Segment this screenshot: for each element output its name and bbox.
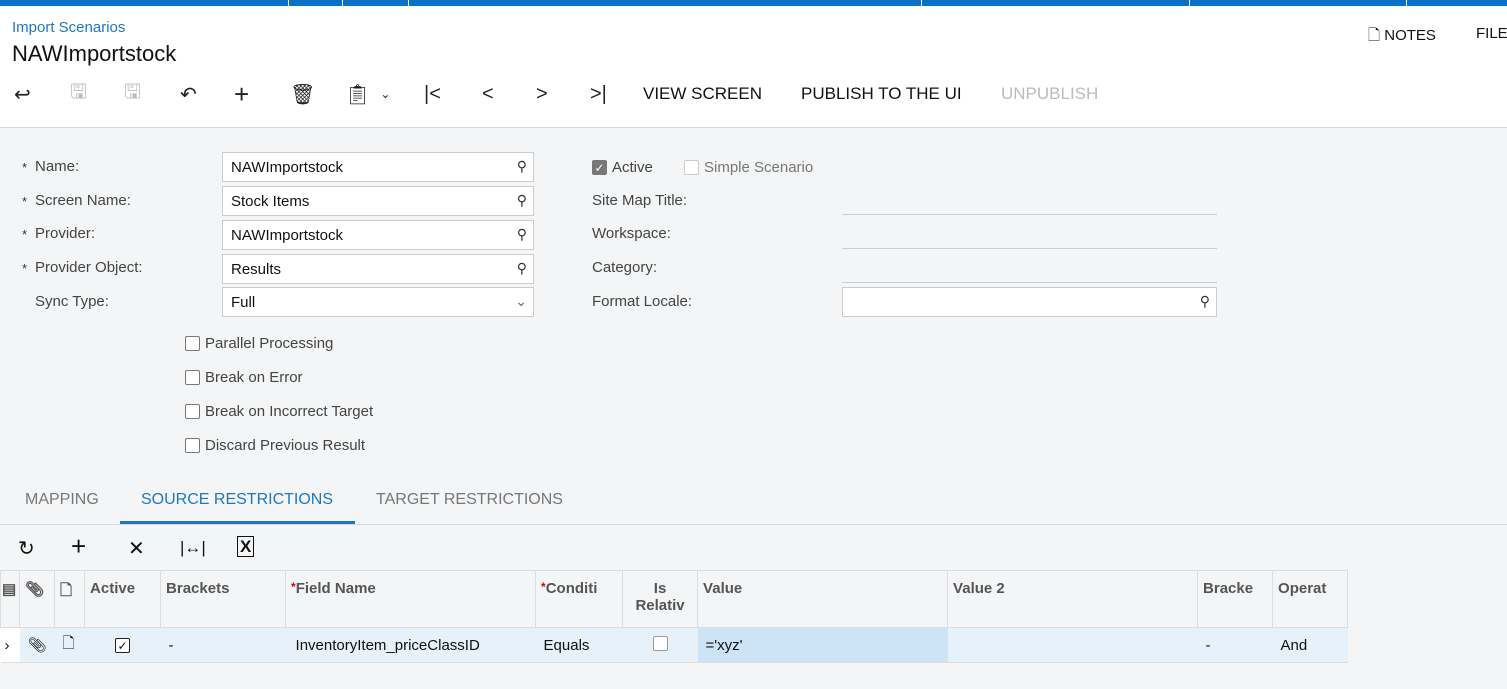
back-icon[interactable]: ↩ bbox=[14, 82, 31, 106]
category-label: Category: bbox=[592, 259, 658, 276]
add-icon[interactable]: + bbox=[234, 79, 249, 109]
grid-header-row: ▤ 📎︎ 🗋 Active Brackets *Field Name *Cond… bbox=[0, 570, 1349, 628]
next-icon[interactable]: > bbox=[536, 82, 548, 106]
row-expand-icon[interactable]: › bbox=[0, 627, 20, 663]
workspace-field[interactable] bbox=[842, 248, 1217, 249]
delete-row-icon[interactable]: ✕ bbox=[128, 536, 145, 561]
note-icon: 🗋 bbox=[54, 570, 86, 628]
refresh-icon[interactable]: ↻ bbox=[18, 536, 35, 561]
provider-object-label: Provider Object: bbox=[35, 259, 143, 276]
col-is-relative[interactable]: Is Relativ bbox=[622, 570, 699, 628]
clipboard-icon[interactable]: 📋︎ ⌄ bbox=[345, 82, 390, 106]
format-locale-label: Format Locale: bbox=[592, 293, 693, 310]
files-button[interactable]: FILE bbox=[1476, 25, 1507, 42]
col-active[interactable]: Active bbox=[84, 570, 162, 628]
attachment-icon[interactable]: 📎︎ bbox=[19, 627, 55, 663]
tab-target-restrictions[interactable]: TARGET RESTRICTIONS bbox=[376, 491, 563, 509]
row-value[interactable]: ='xyz' bbox=[697, 627, 948, 663]
row-is-relative-checkbox[interactable] bbox=[622, 627, 698, 663]
tab-source-restrictions[interactable]: SOURCE RESTRICTIONS bbox=[141, 491, 333, 509]
page-header: Import Scenarios NAWImportstock 🗋 NOTES … bbox=[0, 6, 1507, 128]
provider-label: Provider: bbox=[35, 225, 96, 242]
col-value-2[interactable]: Value 2 bbox=[947, 570, 1199, 628]
export-excel-icon[interactable]: X bbox=[237, 536, 255, 557]
search-icon[interactable]: ⚲ bbox=[1200, 293, 1210, 310]
screen-name-field[interactable]: Stock Items ⚲ bbox=[222, 186, 534, 216]
row-field-name[interactable]: InventoryItem_priceClassID bbox=[285, 627, 536, 663]
col-value[interactable]: Value bbox=[697, 570, 949, 628]
search-icon[interactable]: ⚲ bbox=[517, 260, 527, 277]
name-field[interactable]: NAWImportstock ⚲ bbox=[222, 152, 534, 182]
add-row-icon[interactable]: + bbox=[71, 531, 86, 562]
checkmark-icon: ✓ bbox=[592, 160, 607, 175]
previous-icon[interactable]: < bbox=[482, 82, 494, 106]
unpublish-button[interactable]: UNPUBLISH bbox=[1001, 84, 1098, 104]
first-record-icon[interactable]: |< bbox=[424, 82, 441, 106]
restrictions-grid: ▤ 📎︎ 🗋 Active Brackets *Field Name *Cond… bbox=[0, 570, 1349, 663]
save-icon[interactable]: 🖫 bbox=[124, 81, 141, 106]
col-brackets-2[interactable]: Bracke bbox=[1197, 570, 1274, 628]
required-marker: * bbox=[22, 194, 28, 209]
screen-name-label: Screen Name: bbox=[35, 192, 131, 209]
chevron-down-icon: ⌄ bbox=[515, 293, 527, 309]
publish-button[interactable]: PUBLISH TO THE UI bbox=[801, 84, 962, 104]
breadcrumb[interactable]: Import Scenarios bbox=[12, 19, 125, 36]
category-field[interactable] bbox=[842, 282, 1217, 283]
note-icon[interactable]: 🗋 bbox=[54, 627, 85, 663]
break-on-error-checkbox[interactable]: Break on Error bbox=[185, 369, 303, 386]
required-marker: * bbox=[22, 227, 28, 242]
row-brackets[interactable]: - bbox=[160, 627, 286, 663]
last-record-icon[interactable]: >| bbox=[590, 82, 607, 106]
simple-scenario-checkbox[interactable]: Simple Scenario bbox=[684, 159, 813, 176]
col-condition[interactable]: *Conditi bbox=[535, 570, 624, 628]
parallel-processing-checkbox[interactable]: Parallel Processing bbox=[185, 335, 333, 352]
attachment-icon: 📎︎ bbox=[18, 570, 56, 628]
break-on-incorrect-target-checkbox[interactable]: Break on Incorrect Target bbox=[185, 403, 373, 420]
col-field-name[interactable]: *Field Name bbox=[285, 570, 537, 628]
search-icon[interactable]: ⚲ bbox=[517, 226, 527, 243]
site-map-title-label: Site Map Title: bbox=[592, 192, 688, 209]
divider bbox=[0, 524, 1507, 525]
row-active-checkbox[interactable]: ✓ bbox=[84, 627, 161, 663]
sync-type-label: Sync Type: bbox=[35, 293, 109, 310]
sync-type-select[interactable]: Full ⌄ bbox=[222, 287, 534, 317]
chevron-down-icon: ⌄ bbox=[380, 87, 391, 101]
row-selector-icon[interactable]: ▤ bbox=[0, 570, 20, 628]
row-condition[interactable]: Equals bbox=[535, 627, 623, 663]
view-screen-button[interactable]: VIEW SCREEN bbox=[643, 84, 762, 104]
required-marker: * bbox=[22, 160, 28, 175]
format-locale-field[interactable]: ⚲ bbox=[842, 287, 1217, 317]
row-value-2[interactable] bbox=[947, 627, 1198, 663]
provider-object-field[interactable]: Results ⚲ bbox=[222, 254, 534, 284]
notes-button[interactable]: 🗋 NOTES bbox=[1368, 25, 1436, 50]
save-close-icon[interactable]: 🖫 bbox=[70, 81, 87, 106]
name-label: Name: bbox=[35, 158, 80, 175]
page-title: NAWImportstock bbox=[12, 41, 177, 66]
search-icon[interactable]: ⚲ bbox=[517, 158, 527, 175]
col-brackets[interactable]: Brackets bbox=[160, 570, 287, 628]
row-brackets-2[interactable]: - bbox=[1197, 627, 1273, 663]
tab-mapping[interactable]: MAPPING bbox=[25, 491, 99, 509]
workspace-label: Workspace: bbox=[592, 225, 671, 242]
search-icon[interactable]: ⚲ bbox=[517, 192, 527, 209]
required-marker: * bbox=[22, 261, 28, 276]
undo-icon[interactable]: ↶ bbox=[180, 82, 197, 106]
col-operator[interactable]: Operat bbox=[1272, 570, 1349, 628]
table-row[interactable]: › 📎︎ 🗋 ✓ - InventoryItem_priceClassID Eq… bbox=[0, 627, 1348, 663]
fit-columns-icon[interactable]: |↔| bbox=[180, 538, 206, 558]
active-checkbox[interactable]: ✓ Active bbox=[592, 159, 653, 176]
row-operator[interactable]: And bbox=[1272, 627, 1348, 663]
discard-previous-result-checkbox[interactable]: Discard Previous Result bbox=[185, 437, 365, 454]
site-map-title-field[interactable] bbox=[842, 214, 1217, 215]
note-icon: 🗋 bbox=[1368, 27, 1381, 44]
provider-field[interactable]: NAWImportstock ⚲ bbox=[222, 220, 534, 250]
delete-icon[interactable]: 🗑 bbox=[290, 82, 315, 106]
